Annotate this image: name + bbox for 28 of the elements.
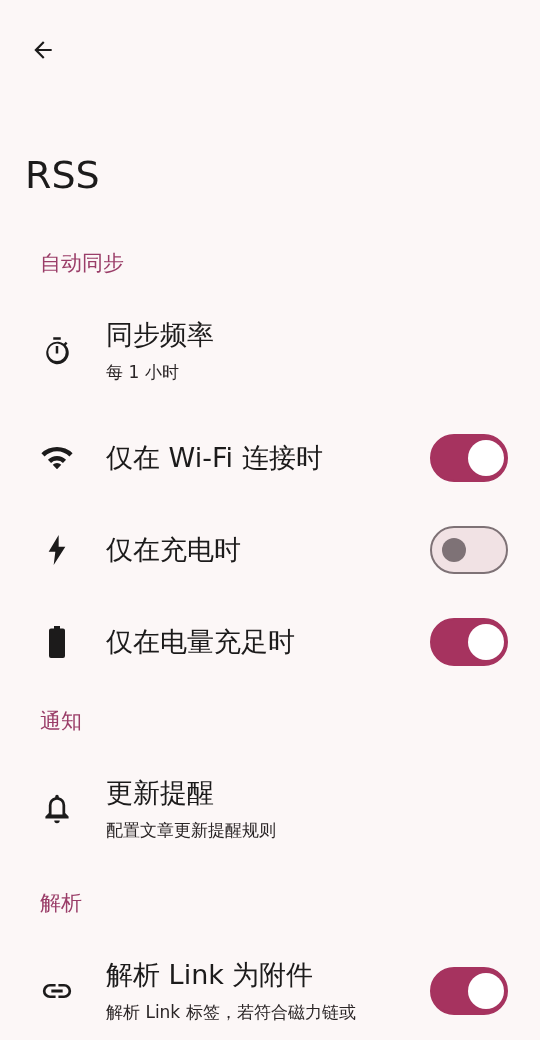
toggle-switch[interactable] bbox=[430, 967, 508, 1015]
link-icon bbox=[40, 982, 74, 1000]
toggle-switch[interactable] bbox=[430, 434, 508, 482]
setting-description: 解析 Link 标签，若符合磁力链或 bbox=[106, 1001, 357, 1024]
section-header: 通知 bbox=[39, 708, 83, 735]
setting-title: 仅在电量充足时 bbox=[106, 625, 296, 659]
bell-icon bbox=[43, 794, 71, 824]
setting-title: 仅在 Wi-Fi 连接时 bbox=[106, 441, 324, 475]
setting-title: 更新提醒 bbox=[106, 776, 215, 810]
toggle-switch[interactable] bbox=[430, 618, 508, 666]
setting-title: 同步频率 bbox=[106, 318, 215, 352]
setting-title: 解析 Link 为附件 bbox=[106, 958, 315, 992]
toggle-switch[interactable] bbox=[430, 526, 508, 574]
setting-description: 每 1 小时 bbox=[106, 361, 180, 384]
lightning-icon bbox=[48, 535, 66, 565]
setting-item[interactable]: 仅在充电时 bbox=[0, 504, 540, 596]
battery-icon bbox=[49, 626, 65, 658]
setting-item[interactable]: 仅在电量充足时 bbox=[0, 596, 540, 688]
setting-title: 仅在充电时 bbox=[106, 533, 242, 567]
setting-item[interactable]: 更新提醒 配置文章更新提醒规则 bbox=[0, 748, 540, 870]
wifi-icon bbox=[40, 445, 74, 471]
section-header: 解析 bbox=[39, 890, 83, 917]
setting-description: 配置文章更新提醒规则 bbox=[106, 819, 277, 842]
section-header: 自动同步 bbox=[39, 250, 125, 277]
setting-item[interactable]: 解析 Link 为附件 解析 Link 标签，若符合磁力链或 bbox=[0, 930, 540, 1040]
setting-item[interactable]: 同步频率 每 1 小时 bbox=[0, 290, 540, 412]
setting-item[interactable]: 仅在 Wi-Fi 连接时 bbox=[0, 412, 540, 504]
page-title: RSS bbox=[25, 152, 101, 199]
